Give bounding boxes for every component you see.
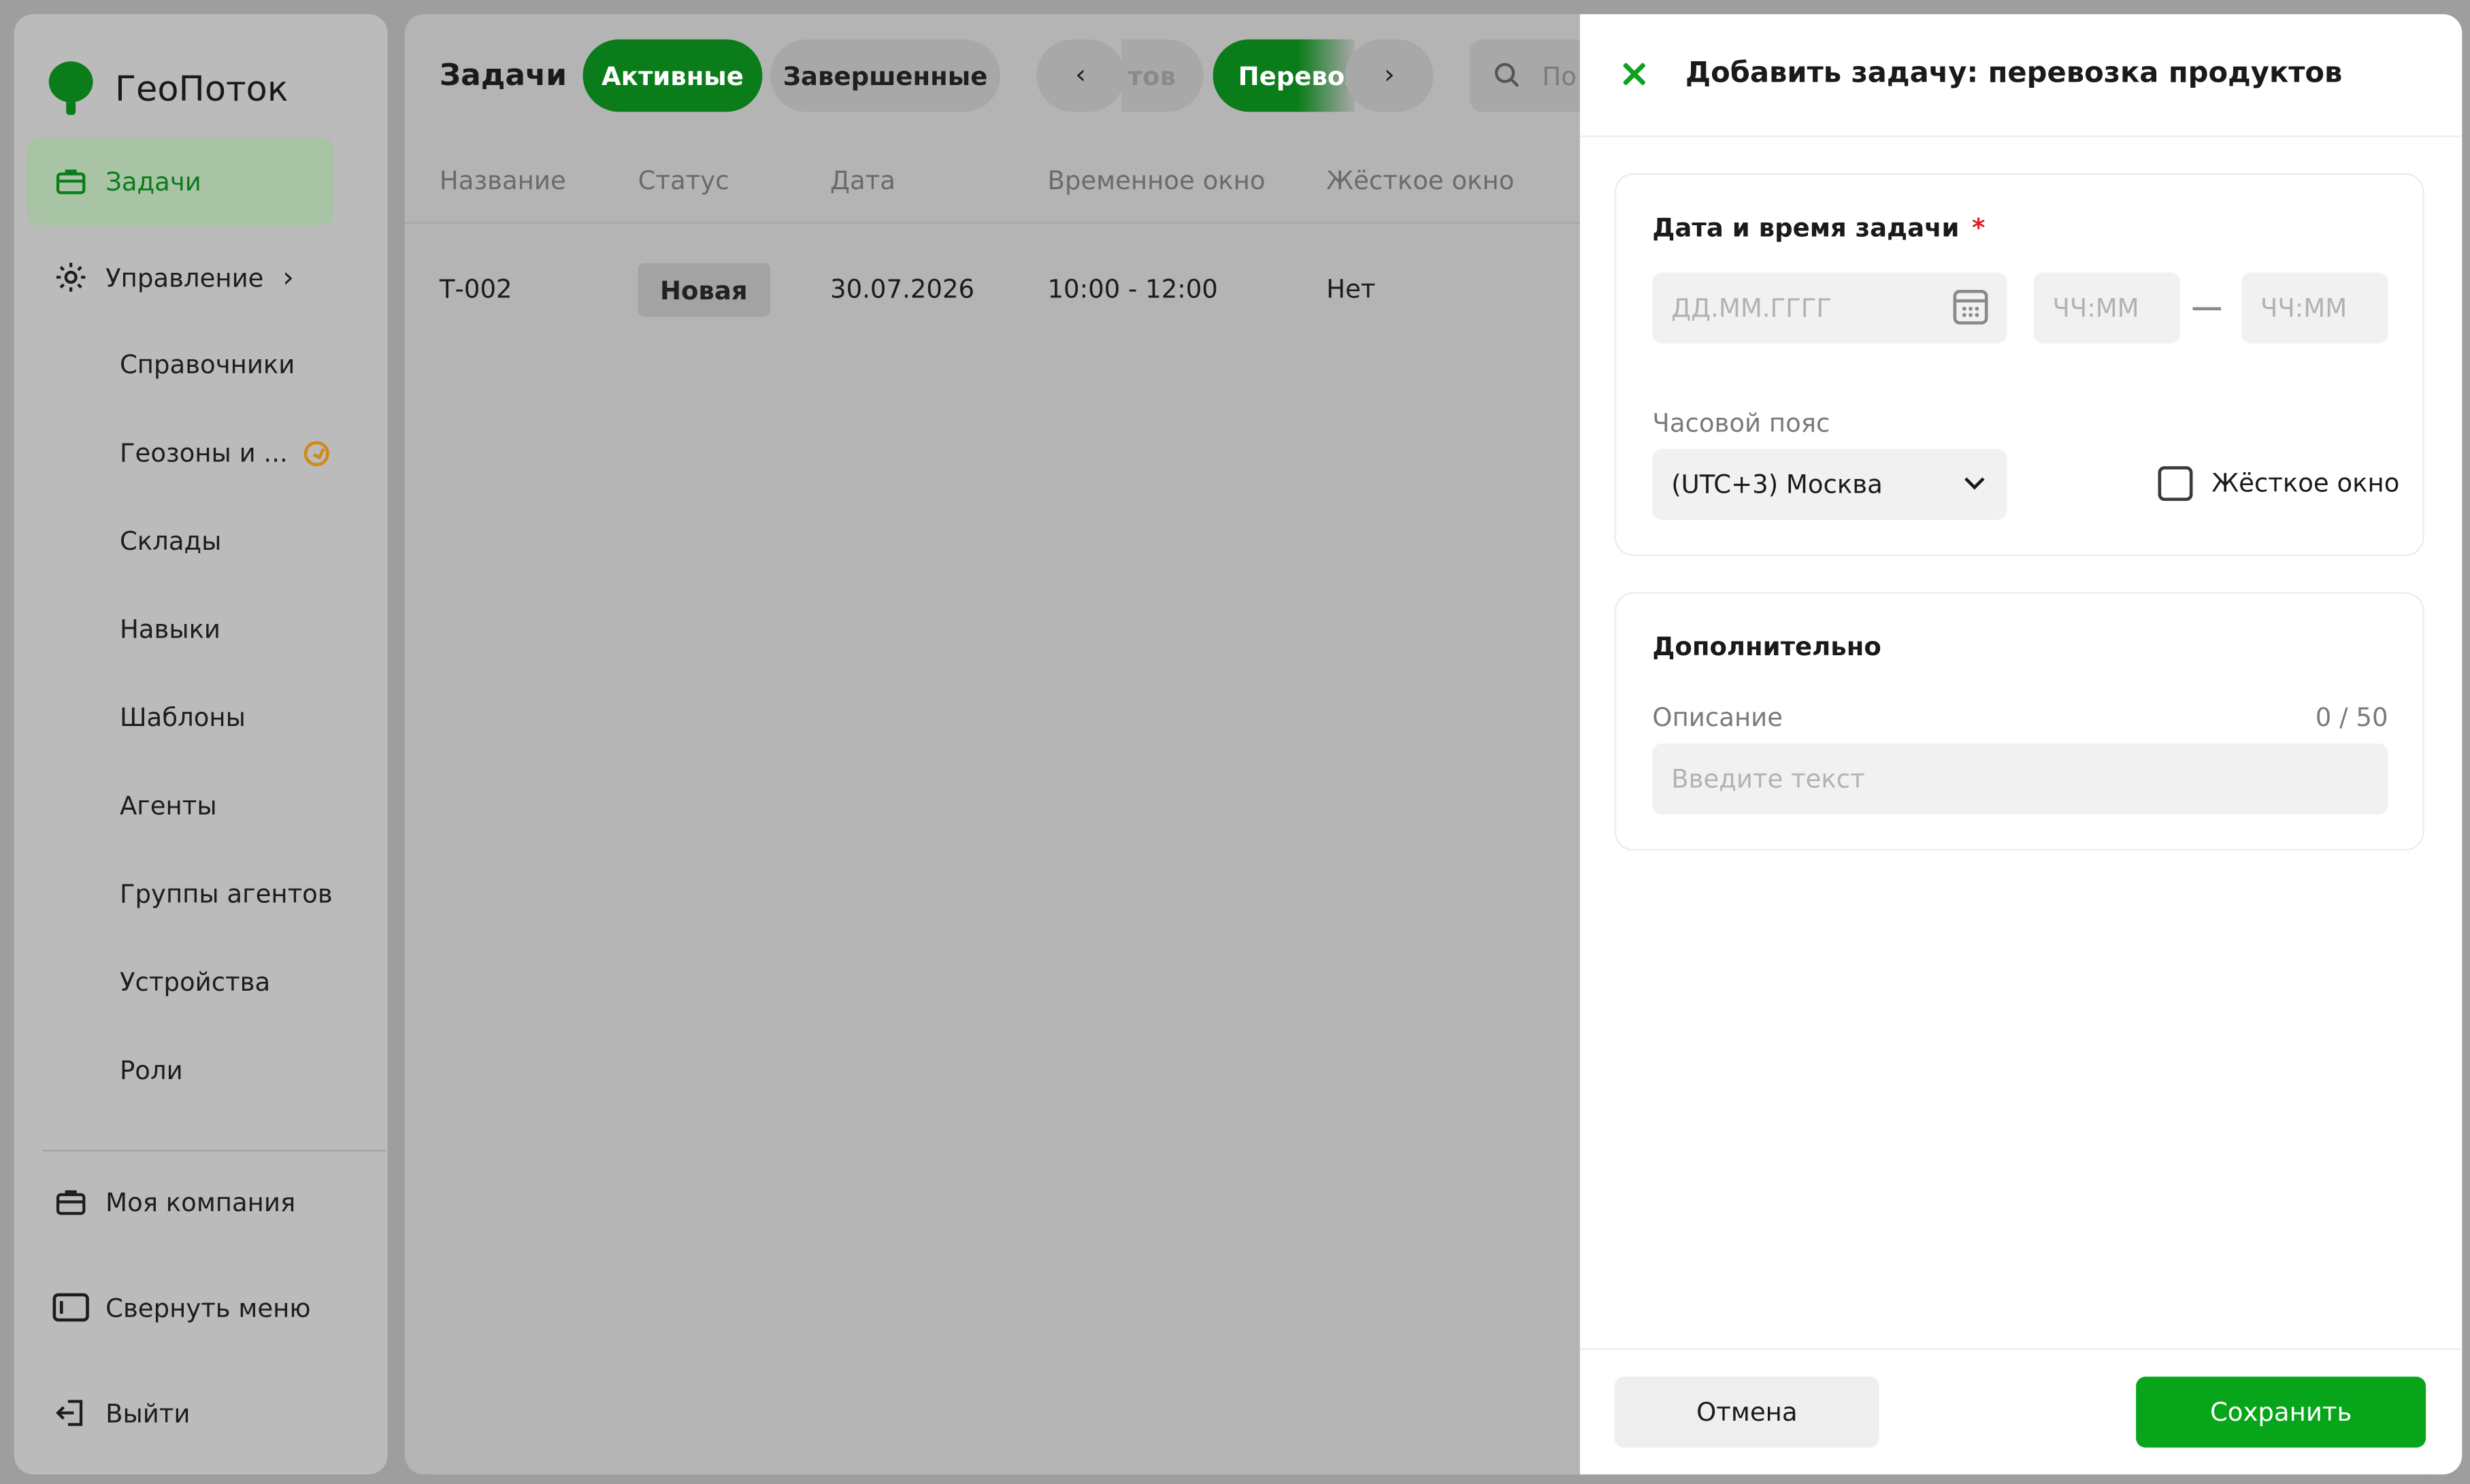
time-range-dash	[2192, 307, 2222, 311]
chevron-down-icon	[1964, 469, 1985, 490]
clock-icon	[303, 440, 329, 466]
sidebar-item-my-company[interactable]: Моя компания	[27, 1158, 333, 1247]
description-input[interactable]: Введите текст	[1652, 743, 2388, 814]
sidebar-item-collapse[interactable]: Свернуть меню	[27, 1264, 333, 1352]
sidebar-item-label: Моя компания	[105, 1187, 296, 1217]
filter-next-button[interactable]: ›	[1345, 39, 1434, 112]
logo-tree-icon	[46, 61, 96, 118]
column-header-time-window[interactable]: Временное окно	[1047, 165, 1265, 195]
column-header-name[interactable]: Название	[440, 165, 566, 195]
briefcase-icon	[52, 1183, 90, 1221]
timezone-select[interactable]: (UTC+3) Москва	[1652, 448, 2007, 520]
logout-icon	[52, 1394, 90, 1432]
tab-completed[interactable]: Завершенные	[770, 39, 1001, 112]
sidebar-sub-warehouses[interactable]: Склады	[120, 526, 221, 556]
column-header-date[interactable]: Дата	[830, 165, 895, 195]
sidebar-item-label: Управление	[105, 262, 264, 293]
panel-icon	[52, 1289, 90, 1327]
sidebar-sub-label: Геозоны и ...	[119, 438, 288, 468]
date-placeholder: ДД.ММ.ГГГГ	[1671, 293, 1832, 323]
sidebar-item-logout[interactable]: Выйти	[27, 1369, 333, 1457]
extra-card: Дополнительно Описание 0 / 50 Введите те…	[1614, 592, 2424, 851]
description-label: Описание	[1652, 702, 1783, 733]
sidebar-sub-skills[interactable]: Навыки	[120, 614, 220, 644]
cell-date: 30.07.2026	[830, 274, 975, 304]
timezone-label: Часовой пояс	[1652, 408, 1830, 438]
search-placeholder: По	[1542, 61, 1577, 91]
section-title-text: Дата и время задачи	[1652, 212, 1960, 243]
column-header-status[interactable]: Статус	[638, 165, 729, 195]
required-mark: *	[1971, 212, 1986, 243]
add-task-drawer: Добавить задачу: перевозка продуктов Дат…	[1579, 14, 2463, 1474]
hard-window-checkbox[interactable]	[2158, 466, 2193, 501]
cancel-button[interactable]: Отмена	[1614, 1376, 1879, 1448]
sidebar-sub-agents[interactable]: Агенты	[120, 791, 217, 821]
extra-section-title: Дополнительно	[1652, 631, 1881, 662]
drawer-title: Добавить задачу: перевозка продуктов	[1685, 56, 2343, 90]
sidebar-divider	[42, 1149, 386, 1152]
cell-hard-window: Нет	[1326, 274, 1376, 304]
datetime-card: Дата и время задачи * ДД.ММ.ГГГГ ЧЧ:ММ ЧЧ…	[1614, 173, 2424, 557]
date-input[interactable]: ДД.ММ.ГГГГ	[1652, 272, 2007, 344]
tab-active[interactable]: Активные	[582, 39, 763, 112]
sidebar-sub-roles[interactable]: Роли	[120, 1055, 183, 1085]
save-button[interactable]: Сохранить	[2136, 1376, 2426, 1448]
sidebar-sub-templates[interactable]: Шаблоны	[120, 702, 246, 732]
sidebar: ГеоПоток Задачи Управление › Справочники…	[14, 14, 388, 1474]
sidebar-item-tasks[interactable]: Задачи	[27, 137, 334, 226]
sidebar-sub-devices[interactable]: Устройства	[120, 967, 270, 997]
filter-prev-button[interactable]: ‹	[1036, 39, 1125, 112]
sidebar-item-label: Выйти	[105, 1398, 191, 1428]
description-counter: 0 / 50	[2315, 702, 2388, 733]
page-title: Задачи	[439, 58, 567, 93]
timezone-value: (UTC+3) Москва	[1671, 469, 1883, 499]
datetime-section-title: Дата и время задачи *	[1652, 213, 1985, 243]
filter-chip-prev[interactable]: тов	[1121, 39, 1204, 112]
sidebar-item-label: Свернуть меню	[105, 1292, 311, 1323]
column-header-hard-window[interactable]: Жёсткое окно	[1326, 165, 1514, 195]
cell-name: Т-002	[439, 274, 512, 304]
drawer-header: Добавить задачу: перевозка продуктов	[1579, 14, 2463, 137]
calendar-icon[interactable]	[1953, 289, 1988, 325]
time-to-input[interactable]: ЧЧ:ММ	[2241, 272, 2388, 344]
filter-chip-current[interactable]: Перевоз	[1213, 39, 1355, 112]
sidebar-sub-geozones[interactable]: Геозоны и ...	[120, 438, 329, 468]
status-badge: Новая	[638, 263, 770, 317]
sidebar-sub-agent-groups[interactable]: Группы агентов	[120, 879, 333, 909]
logo[interactable]: ГеоПоток	[46, 61, 289, 118]
hard-window-label[interactable]: Жёсткое окно	[2211, 468, 2399, 498]
gear-icon	[52, 259, 90, 297]
footer-divider	[1579, 1348, 2463, 1350]
time-from-input[interactable]: ЧЧ:ММ	[2033, 272, 2180, 344]
search-icon	[1494, 63, 1519, 88]
briefcase-icon	[52, 162, 90, 200]
cell-time-window: 10:00 - 12:00	[1047, 274, 1218, 304]
sidebar-item-label: Задачи	[105, 166, 201, 197]
chevron-right-icon: ›	[282, 261, 294, 294]
sidebar-sub-references[interactable]: Справочники	[120, 350, 295, 380]
app-name: ГеоПоток	[114, 70, 289, 110]
sidebar-item-management[interactable]: Управление ›	[27, 233, 333, 322]
close-icon[interactable]	[1615, 55, 1653, 93]
